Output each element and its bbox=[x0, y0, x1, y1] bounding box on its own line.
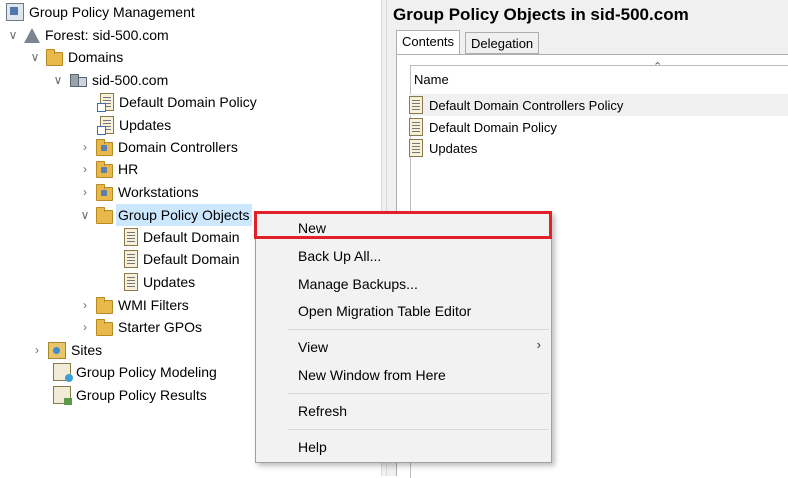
chevron-right-icon[interactable]: › bbox=[30, 339, 44, 361]
chevron-right-icon[interactable]: › bbox=[78, 294, 92, 316]
highlight-box bbox=[254, 211, 552, 239]
chevron-right-icon[interactable]: › bbox=[78, 158, 92, 180]
menu-item-manage-backups[interactable]: Manage Backups... bbox=[298, 273, 418, 295]
chevron-right-icon[interactable]: › bbox=[78, 136, 92, 158]
gpo-icon bbox=[124, 250, 138, 268]
list-item[interactable]: Default Domain Policy bbox=[409, 116, 557, 138]
tree-label: Default Domain bbox=[143, 229, 240, 245]
modeling-icon bbox=[53, 363, 73, 382]
tree-item-domains[interactable]: ∨ Domains bbox=[28, 46, 123, 68]
tree-label: WMI Filters bbox=[118, 297, 189, 313]
column-header-name[interactable]: Name bbox=[414, 72, 449, 87]
group-policy-management-icon bbox=[6, 3, 24, 21]
chevron-right-icon[interactable]: › bbox=[78, 181, 92, 203]
gpo-icon bbox=[124, 273, 138, 291]
chevron-right-icon[interactable]: › bbox=[78, 316, 92, 338]
tree-item-domain-controllers[interactable]: › Domain Controllers bbox=[78, 136, 238, 158]
menu-item-help[interactable]: Help bbox=[298, 436, 327, 458]
gpo-link-icon bbox=[97, 93, 114, 112]
folder-icon bbox=[46, 48, 63, 66]
tree-label: Group Policy Modeling bbox=[76, 364, 217, 380]
tab-delegation[interactable]: Delegation bbox=[465, 32, 540, 54]
tree-label: HR bbox=[118, 161, 139, 177]
tree-label: Starter GPOs bbox=[118, 319, 203, 335]
tree-item-workstations[interactable]: › Workstations bbox=[78, 181, 199, 203]
tab-contents[interactable]: Contents bbox=[396, 30, 461, 55]
menu-item-refresh[interactable]: Refresh bbox=[298, 400, 347, 422]
chevron-down-icon[interactable]: ∨ bbox=[51, 69, 65, 91]
menu-item-view[interactable]: View bbox=[298, 336, 328, 358]
menu-separator bbox=[288, 429, 549, 430]
list-item-label: Default Domain Controllers Policy bbox=[429, 97, 624, 113]
chevron-down-icon[interactable]: ∨ bbox=[28, 46, 42, 68]
tree-label: Workstations bbox=[118, 184, 199, 200]
tree-item-gpo[interactable]: Default Domain bbox=[124, 248, 240, 270]
tree-label: Domains bbox=[68, 49, 124, 65]
tree-item-sites[interactable]: › Sites bbox=[30, 339, 102, 361]
tree-item-default-domain-policy[interactable]: Default Domain Policy bbox=[97, 91, 257, 113]
tree-label: Group Policy Management bbox=[29, 4, 195, 20]
tree-item-group-policy-objects[interactable]: ∨ Group Policy Objects bbox=[78, 204, 252, 226]
domain-icon bbox=[69, 72, 87, 88]
chevron-down-icon[interactable]: ∨ bbox=[6, 24, 20, 46]
tree-label: Forest: sid-500.com bbox=[45, 27, 169, 43]
gpo-icon bbox=[124, 228, 138, 246]
tree-label: Domain Controllers bbox=[118, 139, 238, 155]
menu-separator bbox=[288, 329, 549, 330]
context-menu: New Back Up All... Manage Backups... Ope… bbox=[255, 211, 552, 463]
tree-label: Updates bbox=[119, 117, 172, 133]
folder-icon bbox=[96, 206, 113, 224]
menu-item-back-up-all[interactable]: Back Up All... bbox=[298, 245, 381, 267]
tree-label: Group Policy Results bbox=[76, 387, 207, 403]
tree-root-gpm[interactable]: Group Policy Management bbox=[6, 1, 195, 23]
menu-item-open-migration-table-editor[interactable]: Open Migration Table Editor bbox=[298, 300, 471, 322]
forest-icon bbox=[24, 28, 40, 43]
tree-label: Sites bbox=[71, 342, 103, 358]
tree-item-starter-gpos[interactable]: › Starter GPOs bbox=[78, 316, 202, 338]
chevron-down-icon[interactable]: ∨ bbox=[78, 204, 92, 226]
tree-label: sid-500.com bbox=[92, 72, 169, 88]
list-item-label: Default Domain Policy bbox=[429, 119, 557, 135]
ou-folder-icon bbox=[96, 138, 113, 156]
tree-label: Updates bbox=[143, 274, 196, 290]
list-item[interactable]: Default Domain Controllers Policy bbox=[409, 94, 788, 116]
results-icon bbox=[53, 386, 72, 405]
ou-folder-icon bbox=[96, 160, 113, 178]
tree-item-gpo[interactable]: Default Domain bbox=[124, 226, 240, 248]
page-title: Group Policy Objects in sid-500.com bbox=[393, 5, 689, 24]
tree-label: Default Domain bbox=[143, 251, 240, 267]
tree-item-wmi-filters[interactable]: › WMI Filters bbox=[78, 294, 189, 316]
sites-icon bbox=[48, 341, 66, 359]
tree-label: Group Policy Objects bbox=[116, 204, 252, 226]
gpo-icon bbox=[409, 118, 423, 136]
tree-item-results[interactable]: Group Policy Results bbox=[53, 384, 207, 406]
gpo-icon bbox=[409, 139, 423, 157]
tree-item-updates-link[interactable]: Updates bbox=[97, 114, 172, 136]
tree-item-domain[interactable]: ∨ sid-500.com bbox=[51, 69, 169, 91]
sort-ascending-icon: ⌃ bbox=[653, 61, 663, 73]
folder-icon bbox=[96, 296, 113, 314]
gpo-icon bbox=[409, 96, 423, 114]
tree-item-gpo[interactable]: Updates bbox=[124, 271, 195, 293]
tree-label: Default Domain Policy bbox=[119, 94, 257, 110]
tree-item-hr[interactable]: › HR bbox=[78, 158, 138, 180]
list-item[interactable]: Updates bbox=[409, 137, 477, 159]
ou-folder-icon bbox=[96, 183, 113, 201]
tree-item-forest[interactable]: ∨ Forest: sid-500.com bbox=[6, 24, 169, 46]
menu-item-new-window-from-here[interactable]: New Window from Here bbox=[298, 364, 446, 386]
menu-separator bbox=[288, 393, 549, 394]
folder-icon bbox=[96, 318, 113, 336]
submenu-arrow-icon: › bbox=[536, 337, 541, 352]
list-item-label: Updates bbox=[429, 140, 478, 156]
tree-item-modeling[interactable]: Group Policy Modeling bbox=[53, 361, 217, 383]
gpo-link-icon bbox=[97, 116, 114, 135]
